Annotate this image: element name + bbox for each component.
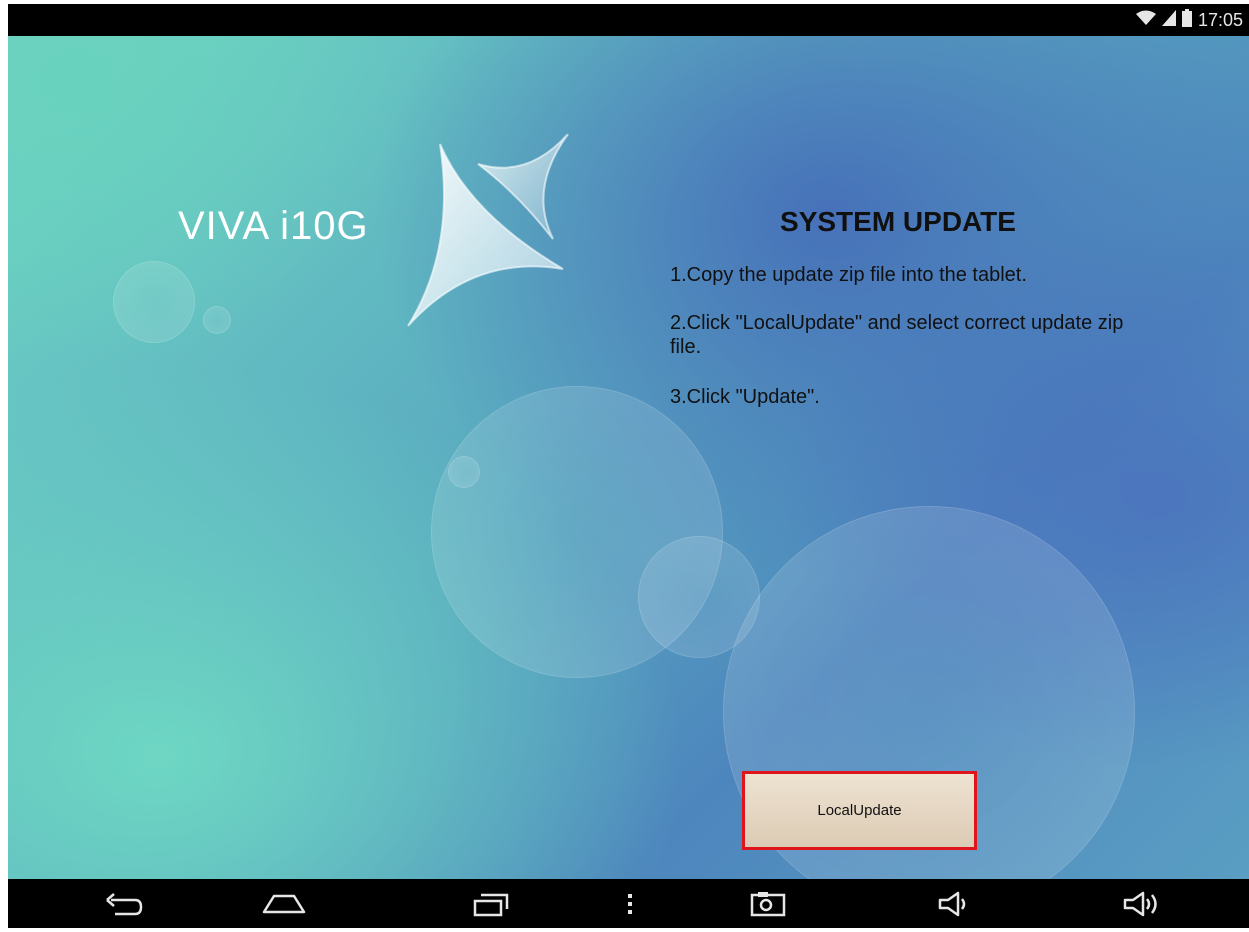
update-screen: VIVA i10G SYSTEM UPDATE 1.Copy the updat… — [8, 36, 1249, 879]
local-update-button[interactable]: LocalUpdate — [742, 771, 977, 850]
page-title: SYSTEM UPDATE — [780, 206, 1016, 237]
navigation-bar — [8, 879, 1249, 928]
home-icon[interactable] — [254, 879, 314, 928]
wifi-icon — [1135, 10, 1156, 31]
screenshot-icon[interactable] — [738, 879, 798, 928]
back-icon[interactable] — [95, 879, 155, 928]
battery-icon — [1181, 8, 1192, 32]
volume-up-icon[interactable] — [1111, 879, 1171, 928]
star-logo-icon — [378, 133, 578, 339]
clock: 17:05 — [1197, 9, 1243, 30]
bokeh-circle — [203, 306, 231, 334]
bokeh-circle — [448, 456, 480, 488]
status-bar: 17:05 — [8, 4, 1249, 36]
menu-icon[interactable] — [600, 879, 660, 928]
volume-down-icon[interactable] — [924, 879, 984, 928]
instruction-step-3: 3.Click "Update". — [670, 386, 820, 408]
tablet-screen: 17:05 VIVA i10G SYSTEM UPDATE 1.Copy the… — [8, 4, 1249, 928]
recent-apps-icon[interactable] — [461, 879, 521, 928]
bokeh-circle — [113, 261, 195, 343]
instruction-step-2: 2.Click "LocalUpdate" and select correct… — [670, 312, 1124, 358]
status-icons: 17:05 — [1135, 4, 1243, 36]
signal-icon — [1161, 9, 1176, 31]
brand-logo-text: VIVA i10G — [178, 204, 369, 248]
instruction-step-1: 1.Copy the update zip file into the tabl… — [670, 264, 1027, 286]
